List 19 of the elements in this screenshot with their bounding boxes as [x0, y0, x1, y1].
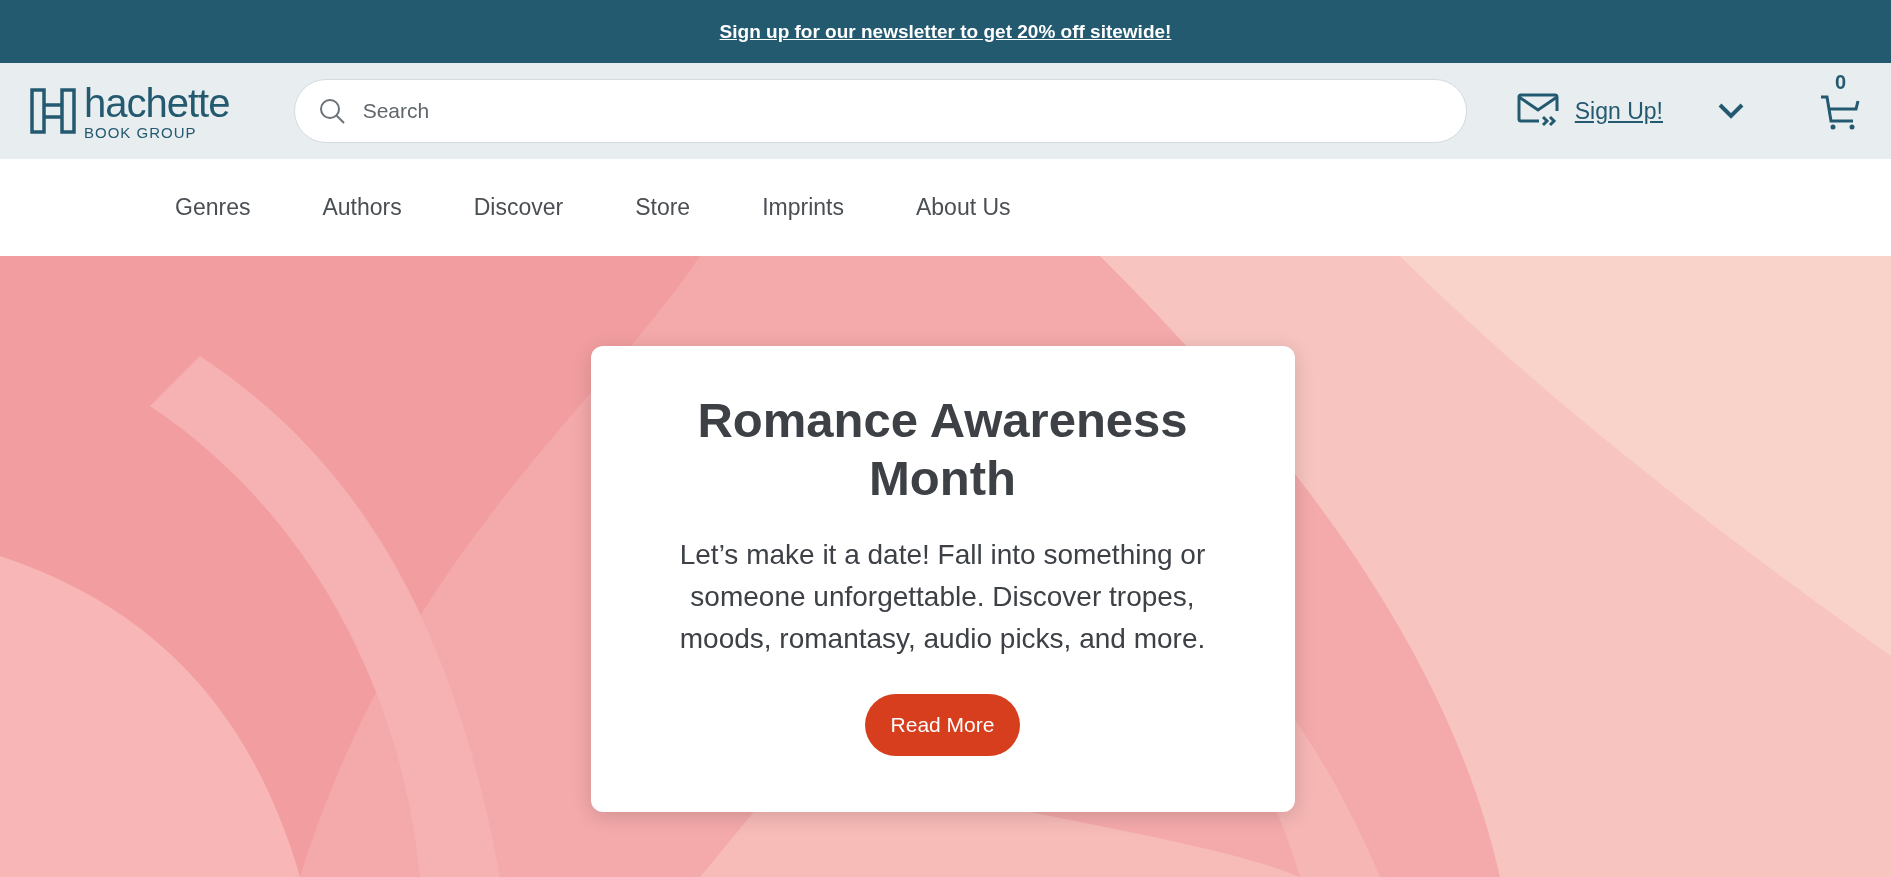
mail-icon[interactable]	[1516, 93, 1561, 129]
nav-link[interactable]: About Us	[915, 194, 1011, 221]
sign-up-link[interactable]: Sign Up!	[1574, 97, 1663, 125]
promo-text: Let’s make it a date! Fall into something or someone unforgettable. Discover tropes, moods, romantasy, audio picks, and more.	[678, 537, 1207, 656]
chevron-down-icon[interactable]	[1717, 102, 1745, 120]
nav-link[interactable]: Discover	[473, 194, 564, 221]
promo-title: Romance Awareness Month	[696, 392, 1189, 507]
nav-link[interactable]: Store	[635, 194, 691, 221]
newsletter-link[interactable]: Sign up for our newsletter to get 20% off sitewide!	[719, 20, 1172, 43]
search-icon	[317, 97, 346, 125]
search-field[interactable]: Search	[293, 79, 1467, 143]
cart-count: 0	[1835, 71, 1847, 94]
logo-icon	[30, 88, 76, 134]
nav-link[interactable]: Genres	[175, 194, 251, 221]
nav-link[interactable]: Authors	[322, 194, 402, 221]
logo-name: hachette	[84, 82, 230, 123]
nav-link[interactable]: Imprints	[762, 194, 844, 221]
logo-subtitle: BOOK GROUP	[84, 124, 198, 140]
read-more-button[interactable]: Read More	[864, 693, 1021, 756]
